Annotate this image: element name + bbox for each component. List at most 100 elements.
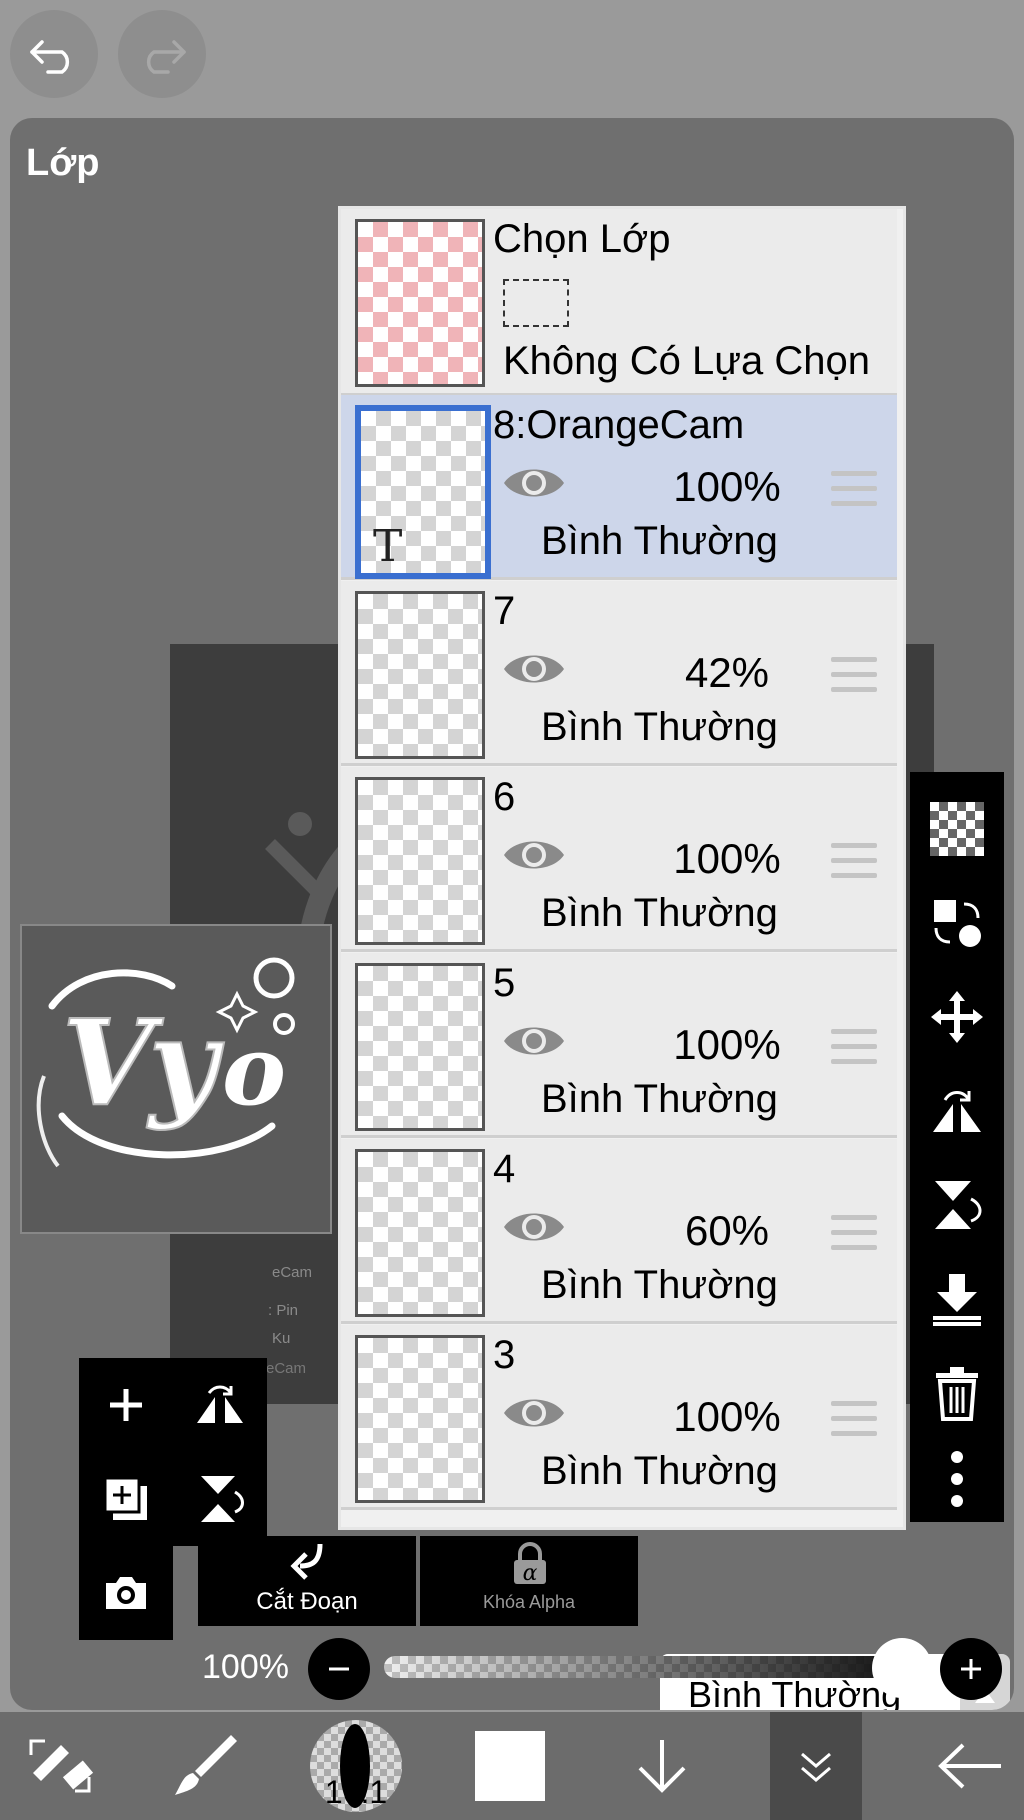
panel-title: Lớp — [26, 142, 100, 184]
color-button[interactable] — [460, 1712, 560, 1820]
eye-icon — [504, 1027, 564, 1055]
merge-down-button[interactable] — [910, 1252, 1004, 1346]
layer-row[interactable]: 6 100% Bình Thường — [341, 767, 897, 952]
layer-opacity: 100% — [673, 835, 781, 882]
layer-thumbnail — [355, 1335, 485, 1503]
drag-handle[interactable] — [831, 1401, 877, 1446]
clipping-label: Cắt Đoạn — [256, 1588, 358, 1615]
visibility-toggle[interactable] — [501, 835, 567, 880]
layer-panel: Lớp eCam eCam : Pin Ku Vy o Chọn Lớp Khô… — [10, 118, 1014, 1710]
layer-row[interactable]: 7 42% Bình Thường — [341, 581, 897, 766]
logo-text-o: o — [222, 1014, 286, 1127]
layer-name: 6 — [493, 775, 516, 819]
tool-swap-button[interactable] — [10, 1712, 110, 1820]
trash-icon — [936, 1367, 978, 1421]
layer-blend-mode: Bình Thường — [541, 705, 778, 749]
camera-button[interactable] — [79, 1546, 173, 1640]
transparency-button[interactable] — [910, 782, 1004, 876]
opacity-slider-track[interactable] — [384, 1656, 904, 1678]
more-vertical-icon — [951, 1451, 963, 1507]
plus-icon — [110, 1389, 142, 1421]
visibility-toggle[interactable] — [501, 1393, 567, 1438]
layer-thumbnail — [355, 591, 485, 759]
opacity-slider-knob[interactable] — [872, 1638, 932, 1698]
selection-status: Không Có Lựa Chọn — [503, 339, 871, 383]
layer-blend-mode: Bình Thường — [541, 1077, 778, 1121]
visibility-toggle[interactable] — [501, 1207, 567, 1252]
blend-mode-value: Bình Thường — [688, 1674, 902, 1710]
layer-row[interactable]: T 8:OrangeCam 100% Bình Thường — [341, 395, 897, 580]
layer-opacity: 60% — [684, 1207, 770, 1254]
redo-button[interactable] — [118, 10, 206, 98]
add-layer-button[interactable] — [79, 1358, 173, 1452]
brush-eraser-swap-icon — [29, 1739, 94, 1793]
move-button[interactable] — [910, 970, 1004, 1064]
alpha-lock-label: Khóa Alpha — [482, 1592, 576, 1612]
flip-layer-vertical-button[interactable] — [910, 1158, 1004, 1252]
layers-panel-button[interactable] — [770, 1712, 862, 1820]
clipping-button[interactable]: Cắt Đoạn — [198, 1536, 416, 1626]
layer-name: 4 — [493, 1147, 516, 1191]
minus-icon — [329, 1667, 349, 1671]
layer-blend-mode: Bình Thường — [541, 1449, 778, 1493]
flip-vertical-icon — [201, 1476, 244, 1522]
bottom-toolbar: 16.1 — [0, 1712, 1024, 1820]
back-button[interactable] — [920, 1712, 1020, 1820]
layer-row[interactable]: 4 60% Bình Thường — [341, 1139, 897, 1324]
drag-handle[interactable] — [831, 657, 877, 702]
layer-blend-mode: Bình Thường — [541, 1263, 778, 1307]
double-chevron-down-icon — [801, 1752, 831, 1782]
layer-row[interactable]: 5 100% Bình Thường — [341, 953, 897, 1138]
svg-text:α: α — [523, 1561, 538, 1586]
layer-tools-column — [910, 772, 1004, 1522]
visibility-toggle[interactable] — [501, 463, 567, 508]
drag-handle[interactable] — [831, 843, 877, 888]
plus-icon — [961, 1659, 981, 1679]
layer-blend-mode: Bình Thường — [541, 519, 778, 563]
copy-layer-icon — [103, 1476, 147, 1520]
camera-icon — [106, 1577, 146, 1609]
visibility-toggle[interactable] — [501, 1021, 567, 1066]
layer-opacity: 100% — [673, 1021, 781, 1068]
drag-handle[interactable] — [831, 1215, 877, 1260]
duplicate-layer-button[interactable] — [79, 1452, 173, 1546]
brush-size-button[interactable]: 16.1 — [306, 1712, 406, 1820]
flip-layer-horizontal-button[interactable] — [910, 1064, 1004, 1158]
arrow-left-icon — [938, 1743, 1001, 1789]
eye-icon — [504, 841, 564, 869]
lock-alpha-icon: α — [514, 1542, 546, 1586]
top-bar — [0, 0, 1024, 110]
layer-thumbnail: T — [355, 405, 491, 579]
eye-icon — [504, 469, 564, 497]
alpha-lock-button[interactable]: α Khóa Alpha — [420, 1536, 638, 1626]
selection-layer-row[interactable]: Chọn Lớp Không Có Lựa Chọn — [341, 209, 897, 396]
opacity-increase-button[interactable] — [940, 1638, 1002, 1700]
canvas-thumbnail[interactable]: Vy o — [20, 924, 332, 1234]
selection-layer-thumbnail — [355, 219, 485, 387]
layer-name: 5 — [493, 961, 516, 1005]
visibility-toggle[interactable] — [501, 649, 567, 694]
flip-horizontal-button[interactable] — [173, 1358, 267, 1452]
flip-vertical-button[interactable] — [173, 1452, 267, 1546]
layer-thumbnail — [355, 963, 485, 1131]
drag-handle[interactable] — [831, 471, 877, 516]
undo-icon — [30, 40, 70, 74]
layer-row[interactable]: 3 100% Bình Thường — [341, 1325, 897, 1510]
convert-layer-button[interactable] — [910, 876, 1004, 970]
more-options-button[interactable] — [910, 1432, 1004, 1526]
drag-handle[interactable] — [831, 1029, 877, 1074]
flip-vertical-icon — [935, 1181, 982, 1229]
opacity-decrease-button[interactable] — [308, 1638, 370, 1700]
eye-icon — [504, 1399, 564, 1427]
move-icon — [931, 991, 983, 1043]
brush-tool-button[interactable] — [156, 1712, 256, 1820]
text-layer-badge: T — [373, 521, 403, 572]
delete-layer-button[interactable] — [910, 1346, 1004, 1440]
undo-button[interactable] — [10, 10, 98, 98]
brush-icon — [175, 1735, 237, 1795]
color-swatch — [475, 1731, 545, 1801]
brush-size-preview: 16.1 — [310, 1720, 402, 1812]
canvas-text-2: : Pin — [268, 1302, 299, 1319]
layer-down-button[interactable] — [612, 1712, 712, 1820]
flip-horizontal-icon — [197, 1385, 243, 1423]
